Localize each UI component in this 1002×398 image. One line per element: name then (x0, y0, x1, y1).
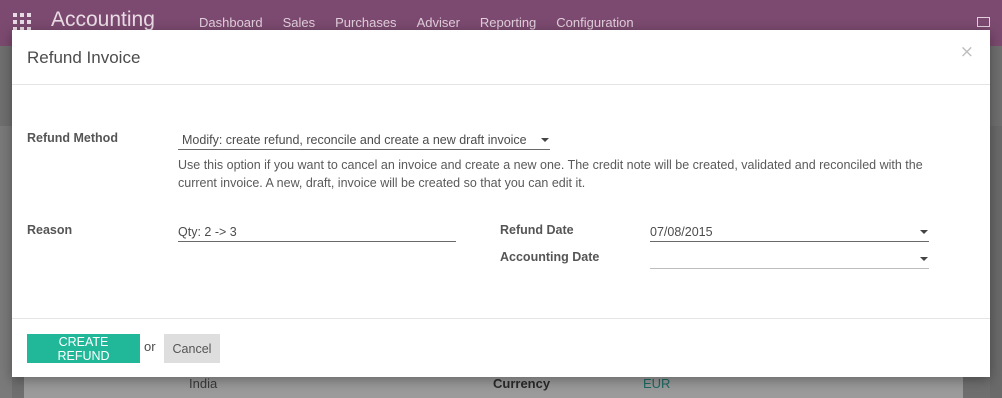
refund-date-input[interactable]: 07/08/2015 (650, 222, 929, 242)
close-icon[interactable]: × (960, 42, 974, 62)
dialog-title: Refund Invoice (27, 48, 141, 67)
refund-date-label: Refund Date (500, 223, 574, 237)
refund-method-value: Modify: create refund, reconcile and cre… (182, 133, 527, 147)
refund-method-help-text: Use this option if you want to cancel an… (178, 158, 923, 190)
refund-method-select[interactable]: Modify: create refund, reconcile and cre… (178, 130, 550, 150)
chevron-down-icon (541, 138, 549, 142)
background-scrollbar (990, 126, 1002, 398)
app-title: Accounting (51, 8, 155, 31)
apps-grid-icon[interactable] (13, 13, 31, 31)
cancel-button[interactable]: Cancel (164, 334, 220, 363)
dialog-header: Refund Invoice × (12, 30, 990, 85)
reason-input[interactable]: Qty: 2 -> 3 (178, 222, 456, 242)
menu-item-reporting[interactable]: Reporting (480, 15, 536, 30)
refund-method-label: Refund Method (27, 131, 118, 145)
reason-value: Qty: 2 -> 3 (178, 225, 237, 239)
or-separator: or (144, 339, 156, 354)
accounting-date-label: Accounting Date (500, 250, 600, 264)
menu-item-configuration[interactable]: Configuration (556, 15, 633, 30)
menu-item-adviser[interactable]: Adviser (417, 15, 460, 30)
menu-item-purchases[interactable]: Purchases (335, 15, 396, 30)
background-currency-label: Currency (493, 376, 551, 391)
background-country-value: India (189, 376, 218, 391)
reason-label: Reason (27, 223, 73, 237)
menu-item-dashboard[interactable]: Dashboard (199, 15, 263, 30)
mail-icon[interactable] (977, 17, 990, 27)
background-panel-left (0, 126, 12, 398)
create-refund-button[interactable]: CREATE REFUND (27, 334, 140, 363)
chevron-down-icon[interactable] (920, 230, 928, 234)
menu-item-sales[interactable]: Sales (283, 15, 316, 30)
refund-date-value: 07/08/2015 (650, 225, 713, 239)
background-currency-value: EUR (643, 376, 671, 391)
refund-invoice-dialog: Refund Invoice × Refund Method Modify: c… (12, 30, 990, 377)
chevron-down-icon[interactable] (920, 257, 928, 261)
dialog-footer: CREATE REFUND or Cancel (12, 318, 990, 378)
accounting-date-input[interactable] (650, 249, 929, 269)
main-menu: Dashboard Sales Purchases Adviser Report… (199, 15, 634, 30)
